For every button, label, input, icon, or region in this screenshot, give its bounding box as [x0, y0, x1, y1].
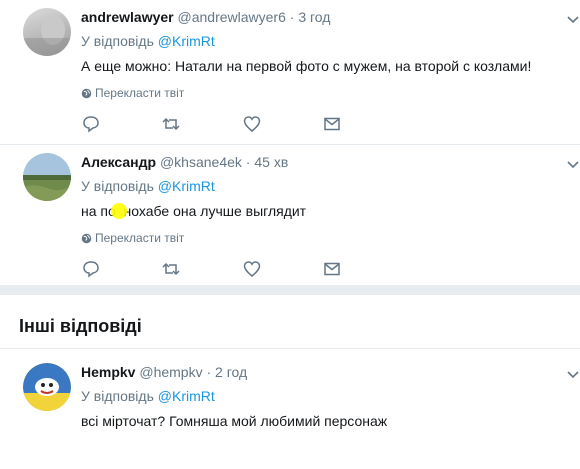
heart-icon[interactable] — [242, 114, 262, 134]
cursor-highlight — [111, 203, 127, 219]
reply-icon[interactable] — [81, 259, 101, 279]
avatar[interactable] — [23, 8, 71, 56]
tweet-text: А еще можно: Натали на первой фото с муж… — [81, 58, 532, 74]
chevron-down-icon[interactable] — [566, 370, 580, 380]
separator-dot: · — [245, 154, 251, 170]
reply-mention-link[interactable]: @KrimRt — [158, 388, 215, 404]
globe-icon — [81, 233, 92, 244]
retweet-icon[interactable] — [161, 114, 181, 134]
reply-context: У відповідь @KrimRt — [81, 33, 215, 49]
timestamp[interactable]: 2 год — [215, 364, 247, 380]
globe-icon — [81, 88, 92, 99]
reply-context: У відповідь @KrimRt — [81, 388, 215, 404]
display-name[interactable]: Александр — [81, 154, 156, 170]
reply-icon[interactable] — [81, 114, 101, 134]
tweet-header: Александр @khsane4ek · 45 хв — [81, 154, 288, 170]
avatar[interactable] — [23, 153, 71, 201]
chevron-down-icon[interactable] — [566, 160, 580, 170]
tweet-hempkv[interactable]: Hempkv @hempkv · 2 год У відповідь @Krim… — [0, 355, 580, 469]
tweet-header: andrewlawyer @andrewlawyer6 · 3 год — [81, 9, 330, 25]
translate-label: Перекласти твіт — [95, 86, 185, 100]
heart-icon[interactable] — [242, 259, 262, 279]
avatar[interactable] — [23, 363, 71, 411]
timestamp[interactable]: 45 хв — [254, 154, 288, 170]
user-handle[interactable]: @khsane4ek — [160, 154, 242, 170]
reply-prefix: У відповідь — [81, 388, 154, 404]
section-title: Інші відповіді — [19, 316, 142, 336]
translate-link[interactable]: Перекласти твіт — [81, 86, 184, 100]
reply-prefix: У відповідь — [81, 33, 154, 49]
tweet-header: Hempkv @hempkv · 2 год — [81, 364, 247, 380]
reply-prefix: У відповідь — [81, 178, 154, 194]
translate-label: Перекласти твіт — [95, 231, 185, 245]
user-handle[interactable]: @hempkv — [139, 364, 202, 380]
section-gap — [0, 285, 580, 295]
retweet-icon[interactable] — [161, 259, 181, 279]
avatar-image — [23, 153, 71, 201]
divider — [0, 348, 580, 349]
envelope-icon[interactable] — [322, 259, 342, 279]
display-name[interactable]: Hempkv — [81, 364, 135, 380]
user-handle[interactable]: @andrewlawyer6 — [178, 9, 286, 25]
avatar-image — [23, 363, 71, 411]
avatar-image — [23, 15, 71, 56]
reply-mention-link[interactable]: @KrimRt — [158, 33, 215, 49]
separator-dot: · — [289, 9, 295, 25]
tweet-actions — [81, 114, 351, 134]
timestamp[interactable]: 3 год — [298, 9, 330, 25]
tweet-actions — [81, 259, 351, 279]
tweet-text: всі мірточат? Гомняша мой любимий персон… — [81, 413, 388, 429]
display-name[interactable]: andrewlawyer — [81, 9, 174, 25]
envelope-icon[interactable] — [322, 114, 342, 134]
separator-dot: · — [206, 364, 212, 380]
reply-context: У відповідь @KrimRt — [81, 178, 215, 194]
tweet-aleksandr[interactable]: Александр @khsane4ek · 45 хв У відповідь… — [0, 145, 580, 285]
reply-mention-link[interactable]: @KrimRt — [158, 178, 215, 194]
tweet-andrewlawyer[interactable]: andrewlawyer @andrewlawyer6 · 3 год У ві… — [0, 0, 580, 150]
chevron-down-icon[interactable] — [566, 15, 580, 25]
translate-link[interactable]: Перекласти твіт — [81, 231, 184, 245]
